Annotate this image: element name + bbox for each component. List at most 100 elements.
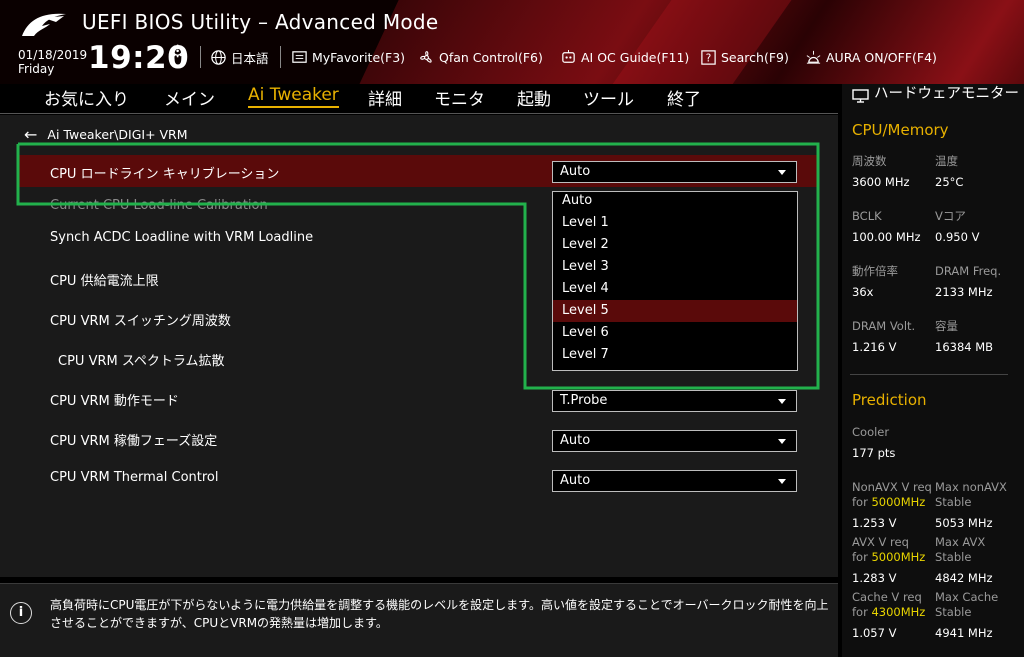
capacity-value: 16384 MB xyxy=(935,340,994,354)
prediction-heading: Prediction xyxy=(852,391,927,409)
dropdown-option-highlighted[interactable]: Level 5 xyxy=(553,300,797,322)
temperature-label: 温度 xyxy=(935,154,958,168)
cooler-value: 177 pts xyxy=(852,446,896,460)
max-nonavx-value: 5053 MHz xyxy=(935,516,993,530)
max-avx-label: Max AVX Stable xyxy=(935,535,985,565)
ratio-label: 動作倍率 xyxy=(852,264,898,278)
cpu-memory-heading: CPU/Memory xyxy=(852,121,949,139)
setting-label: Current CPU Load-line Calibration xyxy=(50,198,268,213)
chevron-down-icon xyxy=(778,479,786,484)
setting-label: CPU 供給電流上限 xyxy=(50,274,159,289)
label-line: for 5000MHz xyxy=(852,495,932,510)
vrm-phase-select[interactable]: Auto xyxy=(552,430,797,452)
chevron-down-icon xyxy=(778,439,786,444)
aura-toggle-button[interactable]: AURA ON/OFF(F4) xyxy=(805,46,937,68)
globe-icon xyxy=(211,49,226,65)
myfavorite-button[interactable]: MyFavorite(F3) xyxy=(291,46,405,68)
capacity-label: 容量 xyxy=(935,319,958,333)
setting-label: CPU ロードライン キャリブレーション xyxy=(50,167,280,182)
vcore-value: 0.950 V xyxy=(935,230,980,244)
clock-settings-gear-icon[interactable]: ⚙ xyxy=(170,42,185,62)
label-line: AVX V req xyxy=(852,535,909,549)
search-button[interactable]: ? Search(F9) xyxy=(700,46,789,68)
dropdown-option[interactable]: Level 2 xyxy=(553,234,797,256)
breadcrumb-path: Ai Tweaker\DIGI+ VRM xyxy=(47,127,188,142)
label-prefix: for xyxy=(852,550,872,564)
app-title: UEFI BIOS Utility – Advanced Mode xyxy=(82,10,439,34)
tab-main[interactable]: メイン xyxy=(164,85,215,110)
setting-row-vrm-thermal[interactable]: CPU VRM Thermal Control Auto xyxy=(18,462,818,494)
label-line: Stable xyxy=(935,605,972,619)
chevron-down-icon xyxy=(778,170,786,175)
cpu-llc-select[interactable]: Auto xyxy=(552,161,797,183)
back-arrow-icon[interactable]: ← xyxy=(24,125,37,144)
setting-row-vrm-mode[interactable]: CPU VRM 動作モード T.Probe xyxy=(18,382,818,414)
aura-label: AURA ON/OFF(F4) xyxy=(826,49,937,65)
label-line: Cache V req xyxy=(852,590,922,604)
setting-label: CPU VRM 動作モード xyxy=(50,394,179,409)
main-menu: お気に入り メイン Ai Tweaker 詳細 モニタ 起動 ツール 終了 xyxy=(0,84,838,114)
vcore-label: Vコア xyxy=(935,209,966,223)
label-prefix: for xyxy=(852,605,872,619)
separator xyxy=(200,46,201,68)
tab-monitor[interactable]: モニタ xyxy=(434,85,485,110)
help-bar: i 高負荷時にCPU電圧が下がらないように電力供給量を調整する機能のレベルを設定… xyxy=(0,583,838,657)
dropdown-option[interactable]: Level 7 xyxy=(553,344,797,366)
ai-oc-guide-button[interactable]: AI OC Guide(F11) xyxy=(560,46,689,68)
qfan-control-button[interactable]: Qfan Control(F6) xyxy=(418,46,543,68)
tab-exit[interactable]: 終了 xyxy=(667,85,701,110)
tab-tool[interactable]: ツール xyxy=(583,85,634,110)
avx-vreq-label: AVX V req for 5000MHz xyxy=(852,535,925,565)
vrm-thermal-select[interactable]: Auto xyxy=(552,470,797,492)
nonavx-vreq-value: 1.253 V xyxy=(852,516,897,530)
dropdown-option[interactable]: Level 1 xyxy=(553,212,797,234)
setting-row-cpu-llc[interactable]: CPU ロードライン キャリブレーション Auto xyxy=(18,155,818,187)
label-line: Max AVX xyxy=(935,535,986,549)
max-cache-value: 4941 MHz xyxy=(935,626,993,640)
dropdown-option[interactable]: Level 4 xyxy=(553,278,797,300)
frequency-label: 周波数 xyxy=(852,154,887,168)
language-label: 日本語 xyxy=(231,50,269,66)
setting-row-vrm-phase[interactable]: CPU VRM 稼働フェーズ設定 Auto xyxy=(18,422,818,454)
ai-oc-guide-icon xyxy=(562,49,575,63)
svg-text:?: ? xyxy=(706,52,712,64)
qfan-control-label: Qfan Control(F6) xyxy=(439,49,543,65)
fan-icon xyxy=(420,50,432,63)
cache-vreq-value: 1.057 V xyxy=(852,626,897,640)
tab-advanced[interactable]: 詳細 xyxy=(368,85,402,110)
tab-favorites[interactable]: お気に入り xyxy=(44,85,129,110)
language-button[interactable]: 日本語 xyxy=(210,46,269,68)
divider xyxy=(850,374,1008,375)
dram-freq-label: DRAM Freq. xyxy=(935,264,1002,278)
label-line: Stable xyxy=(935,495,972,509)
label-line: NonAVX V req xyxy=(852,480,932,494)
ai-oc-guide-label: AI OC Guide(F11) xyxy=(581,49,690,65)
label-prefix: for xyxy=(852,495,872,509)
dropdown-option[interactable]: Level 6 xyxy=(553,322,797,344)
label-line: Max Cache xyxy=(935,590,999,604)
dram-freq-value: 2133 MHz xyxy=(935,285,993,299)
help-description: 高負荷時にCPU電圧が下がらないように電力供給量を調整する機能のレベルを設定しま… xyxy=(50,598,829,630)
temperature-value: 25°C xyxy=(935,175,964,189)
vrm-mode-select[interactable]: T.Probe xyxy=(552,390,797,412)
target-frequency: 5000MHz xyxy=(871,495,926,509)
target-frequency: 4300MHz xyxy=(871,605,926,619)
hardware-monitor-panel: ハードウェアモニター CPU/Memory 周波数 3600 MHz 温度 25… xyxy=(842,84,1024,657)
aura-icon xyxy=(806,50,821,64)
search-label: Search(F9) xyxy=(721,49,789,65)
tab-ai-tweaker[interactable]: Ai Tweaker xyxy=(248,85,339,108)
separator xyxy=(280,46,281,68)
max-nonavx-label: Max nonAVX Stable xyxy=(935,480,1007,510)
label-line: for 4300MHz xyxy=(852,605,925,620)
info-icon: i xyxy=(10,602,32,624)
select-value: Auto xyxy=(560,433,591,448)
date-text: 01/18/2019 xyxy=(18,48,88,62)
dropdown-option[interactable]: Auto xyxy=(553,190,797,212)
label-line: Max nonAVX xyxy=(935,480,1007,494)
rog-logo-icon xyxy=(22,13,66,36)
dropdown-option[interactable]: Level 3 xyxy=(553,256,797,278)
frequency-value: 3600 MHz xyxy=(852,175,910,189)
setting-label: CPU VRM 稼働フェーズ設定 xyxy=(50,434,218,449)
tab-boot[interactable]: 起動 xyxy=(517,85,551,110)
select-value: Auto xyxy=(560,473,591,488)
